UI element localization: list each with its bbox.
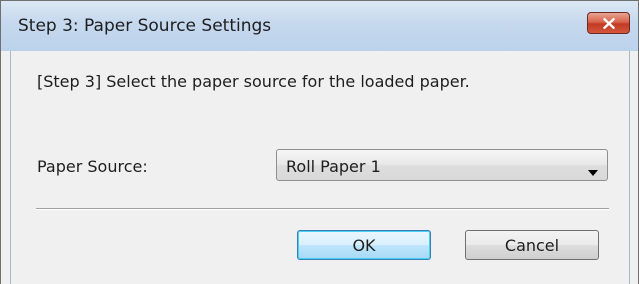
ok-button[interactable]: OK bbox=[297, 230, 431, 260]
paper-source-label: Paper Source: bbox=[37, 157, 148, 176]
close-button[interactable] bbox=[587, 12, 630, 34]
separator-line bbox=[36, 208, 609, 210]
cancel-button[interactable]: Cancel bbox=[465, 230, 599, 260]
close-icon bbox=[602, 17, 615, 29]
paper-source-dropdown[interactable]: Roll Paper 1 bbox=[276, 149, 608, 181]
chevron-down-icon bbox=[588, 161, 598, 180]
dialog-window: Step 3: Paper Source Settings [Step 3] S… bbox=[0, 0, 639, 284]
window-title: Step 3: Paper Source Settings bbox=[18, 16, 272, 36]
instruction-text: [Step 3] Select the paper source for the… bbox=[37, 72, 470, 91]
title-bar[interactable]: Step 3: Paper Source Settings bbox=[1, 1, 638, 51]
paper-source-value: Roll Paper 1 bbox=[286, 157, 381, 176]
dialog-body: [Step 3] Select the paper source for the… bbox=[10, 51, 630, 284]
